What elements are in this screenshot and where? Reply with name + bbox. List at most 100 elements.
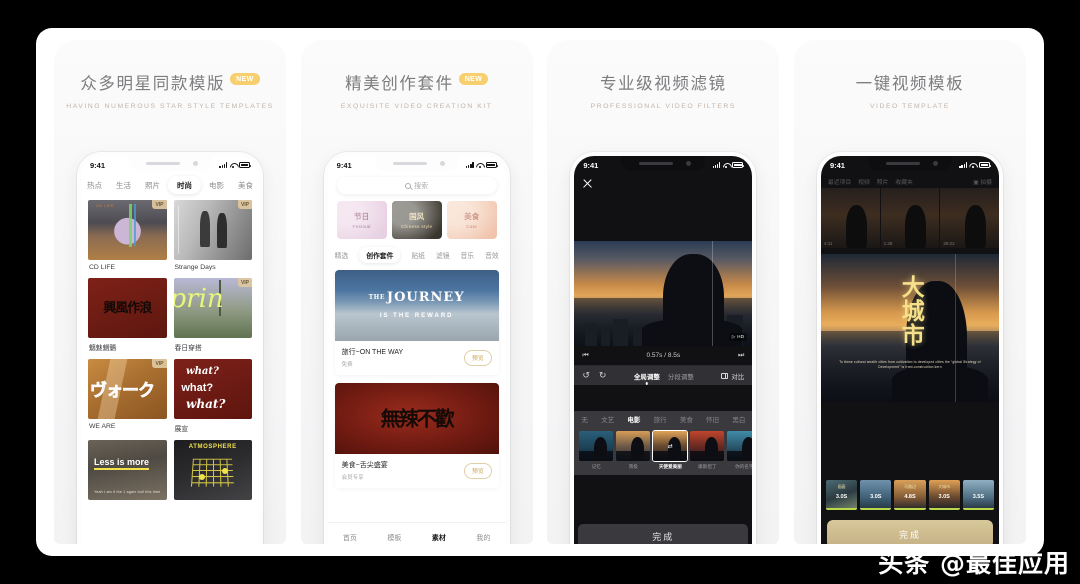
bottom-tab-bar[interactable]: 首页 模板 素材 我的 [327,522,506,544]
filter-cat-movie[interactable]: 电影 [627,414,640,424]
phone-screen-2: 9:41 搜索 节日 Festival 国风 Chinese style 美食 … [327,156,506,544]
tab-filters[interactable]: 滤镜 [436,250,450,260]
compare-icon [721,372,729,379]
template-card[interactable]: prin VIP 春日穿搭 [173,278,252,352]
asset-overlay-sub: IS THE REWARD [379,312,454,319]
template-card[interactable]: CD LIFE VIP CD LIFE [88,200,167,271]
preview-button[interactable]: 预览 [464,349,492,366]
template-thumb[interactable]: ヴォーク VIP [88,359,167,419]
asset-card[interactable]: 無辣不歡 美食~舌尖盛宴 会员专享 预览 [334,383,499,488]
template-thumb[interactable]: VIP [173,200,252,260]
template-card[interactable]: what? what? what? 展宣 [173,359,252,433]
redo-icon[interactable]: ↻ [599,370,607,381]
undo-icon[interactable]: ↺ [582,370,590,381]
filter-item[interactable]: 你的名字 [727,431,753,470]
search-input[interactable]: 搜索 [336,177,497,194]
filter-item[interactable]: 记忆 [579,431,614,470]
template-thumb[interactable]: what? what? what? [173,359,252,419]
tab-hot[interactable]: 热点 [81,177,108,194]
preview-button[interactable]: 预览 [464,462,492,479]
timeline-bar[interactable]: ⏮ 0.57s / 8.5s ⏭ [574,346,753,366]
asset-meta: 旅行~ON THE WAY 免费 预览 [335,341,499,375]
panel-subtitle: VIDEO TEMPLATE [869,103,950,110]
tab-music[interactable]: 音乐 [461,250,475,260]
done-button[interactable]: 完成 [578,524,749,544]
filter-thumb[interactable] [690,431,725,461]
asset-card[interactable]: THE JOURNEY IS THE REWARD 旅行~ON THE WAY 免… [334,270,499,375]
video-preview[interactable]: 大城市 To these cultural wealth cities from… [820,254,999,402]
clip-item[interactable]: 马路边 4.8S [894,480,926,510]
tab-stickers[interactable]: 贴纸 [411,250,425,260]
tab-video[interactable]: 视频 [858,177,870,186]
category-card-chinese-style[interactable]: 国风 Chinese style [391,201,442,239]
template-card[interactable]: VIP Strange Days [173,200,252,271]
gallery-item[interactable]: 28:22 [940,188,999,248]
category-tabs[interactable]: 热点 生活 照片 时尚 电影 美食 [81,174,259,200]
filter-cat-travel[interactable]: 旅行 [654,414,667,424]
filter-cat-art[interactable]: 文艺 [601,414,614,424]
compare-button[interactable]: 对比 [721,371,744,381]
tab-food[interactable]: 美食 [232,177,259,194]
clip-item[interactable]: 大城市 3.0S [928,480,960,510]
edit-toolbar[interactable]: ↺ ↻ 全局调整 分段调整 对比 [574,366,753,385]
filter-cat-bw[interactable]: 黑白 [732,414,745,424]
filter-thumbnail-strip[interactable]: 记忆 南极 ⇄ 天使爱美丽 康斯坦丁 你的名字 [574,427,753,475]
filter-cat-none[interactable]: 无 [581,414,588,424]
filter-thumb[interactable]: ⇄ [651,429,689,463]
filter-item[interactable]: 康斯坦丁 [690,431,725,470]
clip-item[interactable]: 画面 3.0S [825,480,858,510]
template-thumb[interactable]: ATMOSPHERE [173,440,252,500]
tab-creation-kit[interactable]: 创作套件 [359,247,401,263]
filter-thumb[interactable] [579,431,614,461]
video-preview[interactable]: ▷ HD [574,241,753,346]
done-button[interactable]: 完成 [826,520,993,544]
clip-item[interactable]: 3.0S [860,480,892,510]
category-card-title: 美食 [464,211,480,221]
template-card[interactable]: 興風作浪 魑魅魍魉 [88,278,167,352]
filter-thumb[interactable] [727,431,753,461]
gallery-item[interactable]: 1:38 [880,188,940,248]
tab-featured[interactable]: 精选 [335,250,349,260]
filter-item-selected[interactable]: ⇄ 天使爱美丽 [651,429,689,470]
media-picker-tabs[interactable]: 最近项目 视频 照片 收藏夹 ▣ 拍摄 [821,174,999,188]
tabbar-home[interactable]: 首页 [343,533,357,543]
tab-favorites[interactable]: 收藏夹 [895,177,912,186]
tab-photo[interactable]: 照片 [139,177,166,194]
tabbar-mine[interactable]: 我的 [476,533,490,543]
tab-fashion[interactable]: 时尚 [168,176,201,194]
template-thumb[interactable]: CD LIFE VIP [88,200,167,260]
tabbar-assets[interactable]: 素材 [432,533,446,543]
tab-photo[interactable]: 照片 [877,177,889,186]
close-icon[interactable] [582,178,593,189]
filter-thumb[interactable] [616,431,651,461]
filter-cat-nostalgia[interactable]: 怀旧 [706,414,719,424]
camera-button[interactable]: ▣ 拍摄 [973,177,992,186]
template-card[interactable]: ヴォーク VIP WE ARE [88,359,167,433]
media-gallery[interactable]: 4:11 1:38 28:22 [820,188,999,248]
asset-sub-tabs[interactable]: 精选 创作套件 贴纸 滤镜 音乐 音效 [328,239,506,270]
tab-sfx[interactable]: 音效 [485,250,499,260]
clip-item[interactable]: 3.5S [962,480,994,510]
filter-cat-food[interactable]: 美食 [680,414,693,424]
gallery-duration: 1:38 [883,241,893,246]
template-card[interactable]: Less is more Yeah I am it the 1 again bu… [88,440,167,500]
category-card-festival[interactable]: 节日 Festival [336,201,387,239]
mode-segment-adjust[interactable]: 分段调整 [668,371,694,381]
tab-recent-projects[interactable]: 最近项目 [828,177,851,186]
mode-global-adjust[interactable]: 全局调整 [634,371,660,381]
template-thumb[interactable]: 興風作浪 [88,278,167,338]
template-thumb[interactable]: prin VIP [173,278,252,338]
filter-category-tabs[interactable]: 无 文艺 电影 旅行 美食 怀旧 黑白 [574,411,753,427]
tab-life[interactable]: 生活 [110,177,137,194]
category-card-cate[interactable]: 美食 Cate [446,201,497,239]
clip-timeline[interactable]: 画面 3.0S 3.0S 马路边 4.8S 大城市 3.0S 3.5S [821,480,999,514]
template-card[interactable]: ATMOSPHERE [173,440,252,500]
notch [374,156,459,171]
gallery-item[interactable]: 4:11 [820,188,880,248]
next-frame-icon[interactable]: ⏭ [738,352,744,360]
filter-item[interactable]: 南极 [616,431,651,470]
prev-frame-icon[interactable]: ⏮ [582,352,588,360]
tabbar-templates[interactable]: 模板 [387,533,401,543]
tab-movie[interactable]: 电影 [203,177,230,194]
template-thumb[interactable]: Less is more Yeah I am it the 1 again bu… [88,440,167,500]
